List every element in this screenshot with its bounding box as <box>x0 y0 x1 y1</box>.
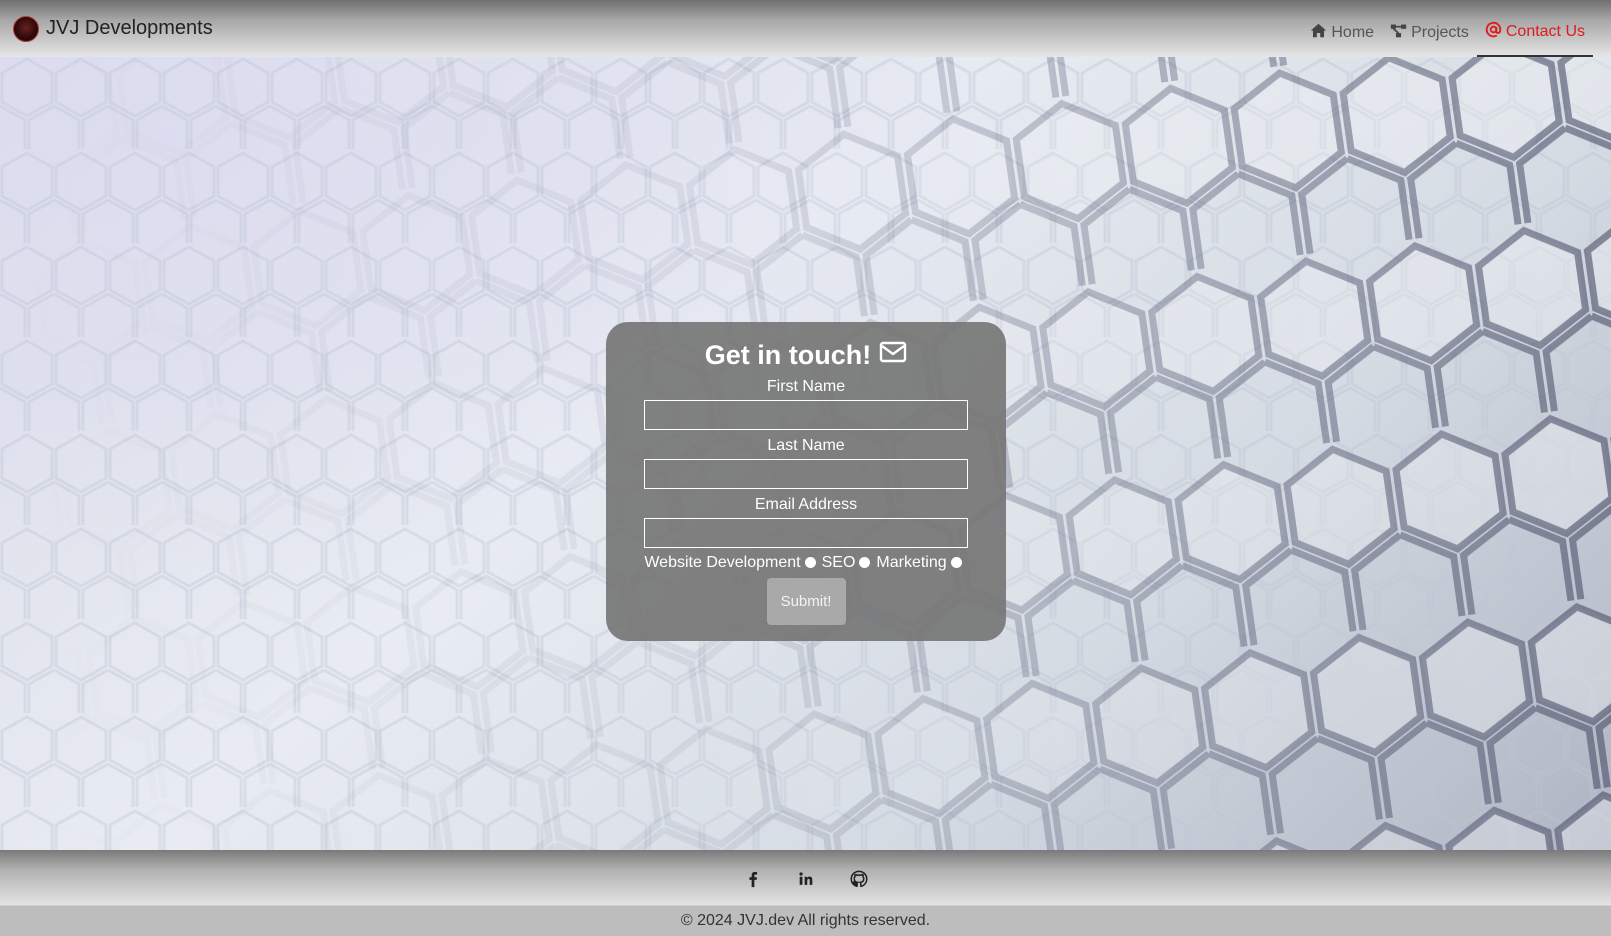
form-title: Get in touch! <box>606 340 1006 371</box>
last-name-label: Last Name <box>767 437 845 454</box>
at-icon <box>1485 21 1502 43</box>
navbar: JVJ Developments Home Projects Contact U… <box>0 0 1611 57</box>
nav-link-label: Home <box>1331 24 1375 41</box>
radio-seo[interactable] <box>859 556 871 568</box>
nav-link-contact[interactable]: Contact Us <box>1476 9 1593 57</box>
service-option-seo: SEO <box>822 554 877 572</box>
network-icon <box>1390 22 1407 44</box>
brand-logo[interactable] <box>13 15 39 42</box>
service-label-web: Website Development <box>644 554 801 571</box>
facebook-icon[interactable] <box>743 869 763 889</box>
contact-form-card: Get in touch! First Name Last Name Email… <box>606 322 1006 641</box>
service-label-marketing: Marketing <box>876 554 947 571</box>
radio-marketing[interactable] <box>950 556 962 568</box>
nav-link-label: Contact Us <box>1505 23 1585 40</box>
brand-name[interactable]: JVJ Developments <box>46 17 213 40</box>
email-input[interactable] <box>644 518 968 548</box>
nav-link-label: Projects <box>1411 24 1469 41</box>
first-name-label: First Name <box>766 378 846 395</box>
last-name-input[interactable] <box>644 459 968 489</box>
service-option-web: Website Development <box>644 554 821 572</box>
home-icon <box>1310 22 1327 44</box>
submit-button[interactable]: Submit! <box>766 578 846 625</box>
linkedin-icon[interactable] <box>796 869 816 889</box>
service-label-seo: SEO <box>821 554 856 571</box>
nav-links: Home Projects Contact Us <box>1302 0 1593 57</box>
footer-social <box>0 850 1611 905</box>
radio-web[interactable] <box>804 556 816 568</box>
first-name-input[interactable] <box>644 400 968 430</box>
envelope-icon <box>879 340 907 371</box>
form-title-text: Get in touch! <box>704 340 872 370</box>
brand[interactable]: JVJ Developments <box>13 15 213 42</box>
email-label: Email Address <box>754 496 858 513</box>
github-icon[interactable] <box>849 869 869 889</box>
service-option-marketing: Marketing <box>876 554 967 572</box>
nav-link-projects[interactable]: Projects <box>1382 9 1477 57</box>
nav-link-home[interactable]: Home <box>1302 9 1382 57</box>
service-options: Website Development SEO Marketing <box>606 554 1006 572</box>
hero-background: Get in touch! First Name Last Name Email… <box>0 57 1611 850</box>
copyright-text: © 2024 JVJ.dev All rights reserved. <box>0 905 1611 936</box>
